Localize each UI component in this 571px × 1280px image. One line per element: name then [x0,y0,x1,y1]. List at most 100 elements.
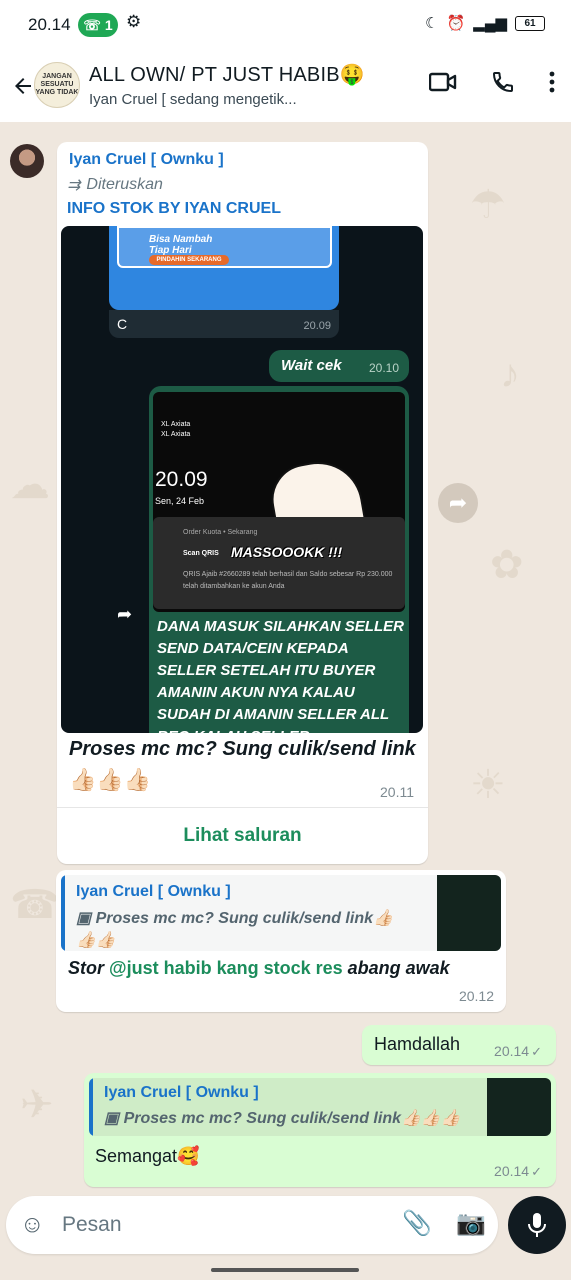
image-icon: ▣ [76,910,96,927]
forward-share-icon[interactable]: ➦ [438,483,478,523]
group-avatar[interactable]: JANGAN SESUATU YANG TIDAK [34,62,80,108]
inner-blue-card: Bisa Nambah Tiap Hari PINDAHIN SEKARANG [109,226,339,310]
banner-text: Bisa Nambah Tiap Hari [149,234,212,256]
reply-suffix: abang awak [342,958,450,978]
typing-status: Iyan Cruel [ sedang mengetik... [89,91,297,108]
alarm-icon: ⏰ [446,15,466,32]
doodle-icon: ☁ [10,463,50,507]
more-options-icon[interactable] [549,71,555,98]
banner-button: PINDAHIN SEKARANG [149,255,229,265]
sent-check-icon: ✓ [531,1164,542,1179]
mention-link[interactable]: @just habib kang stock res [109,958,343,978]
message-image[interactable]: Bisa Nambah Tiap Hari PINDAHIN SEKARANG … [61,226,423,733]
inner-phone-screenshot: XL Axiata XL Axiata 20.09 Sen, 24 Feb Or… [149,386,409,733]
gear-icon: ⚙ [126,12,142,31]
quote-content: Proses mc mc? Sung culik/send link👍🏻👍🏻👍🏻 [76,910,393,949]
notif-app: Order Kuota • Sekarang [183,529,258,536]
status-time: 20.14 [28,15,71,34]
sticker-overlay-text: MASSOOOKK !!! [231,544,343,560]
time-value: 20.14 [494,1163,530,1179]
signal-icon: ▂▄▆ [473,15,507,32]
quoted-message[interactable]: Iyan Cruel [ Ownku ] ▣ Proses mc mc? Sun… [61,875,501,951]
inner-dark-card: C 20.09 [109,310,339,338]
inner-banner: Bisa Nambah Tiap Hari PINDAHIN SEKARANG [117,226,332,268]
quote-sender: Iyan Cruel [ Ownku ] [76,883,231,900]
call-count: 1 [104,17,113,33]
sender-avatar[interactable] [10,144,44,178]
lock-date: Sen, 24 Feb [155,496,205,506]
quote-content: Proses mc mc? Sung culik/send link👍🏻👍🏻👍🏻 [123,1110,461,1127]
forwarded-message[interactable]: Iyan Cruel [ Ownku ] ⇉ Diteruskan INFO S… [57,142,428,864]
share-icon: ➦ [117,604,133,624]
sticker-icon[interactable]: ☺ [20,1211,45,1239]
quote-bar [61,875,65,951]
reply-message[interactable]: Iyan Cruel [ Ownku ] ▣ Proses mc mc? Sun… [56,870,506,1012]
divider [57,807,428,808]
doodle-icon: ☎ [10,883,60,927]
camera-icon[interactable]: 📷 [456,1209,486,1238]
reply-text: Stor @just habib kang stock res abang aw… [68,958,450,979]
forwarded-label: ⇉ Diteruskan [67,175,163,195]
quote-thumbnail [437,875,501,951]
outgoing-reply-message[interactable]: Iyan Cruel [ Ownku ] ▣ Proses mc mc? Sun… [84,1073,556,1187]
message-text: Semangat🥰 [95,1146,200,1166]
image-body-text: DANA MASUK SILAHKAN SELLER SEND DATA/CEI… [157,618,404,733]
doodle-icon: ✈ [20,1083,54,1127]
inner-letter: C [117,316,128,332]
phone-icon: ☏ [83,16,101,33]
carrier-2: XL Axiata [161,431,191,438]
battery-icon: 61 [515,15,545,31]
sender-name[interactable]: Iyan Cruel [ Ownku ] [69,151,224,169]
inner-letter-time: 20.09 [303,320,331,332]
lockscreen: XL Axiata XL Axiata 20.09 Sen, 24 Feb Or… [153,392,405,612]
message-time: 20.14 ✓ [494,1043,542,1060]
carrier-1: XL Axiata [161,421,191,428]
doodle-icon: ☀ [470,763,506,807]
lock-notification: Order Kuota • Sekarang Scan QRIS QRIS Aj… [153,517,405,609]
quote-text: ▣ Proses mc mc? Sung culik/send link👍🏻👍🏻… [76,908,406,951]
quoted-message[interactable]: Iyan Cruel [ Ownku ] ▣ Proses mc mc? Sun… [89,1078,551,1136]
quote-thumbnail [487,1078,551,1136]
gesture-nav-handle[interactable] [211,1268,359,1272]
message-time: 20.11 [380,784,414,800]
message-time: 20.14 ✓ [494,1163,542,1180]
video-call-icon[interactable] [428,71,457,98]
banner-line1: Bisa Nambah [149,234,213,245]
message-heading: INFO STOK BY IYAN CRUEL [67,200,281,217]
moon-icon: ☾ [425,15,439,32]
inner-wait-text: Wait cek [281,357,342,374]
header-actions [428,70,555,99]
message-input[interactable] [62,1210,382,1240]
group-title[interactable]: ALL OWN/ PT JUST HABIB🤑 [89,62,365,87]
message-time: 20.12 [458,988,494,1004]
inner-wait-time: 20.10 [368,361,399,375]
message-text: Hamdallah [374,1034,461,1054]
quote-text: ▣ Proses mc mc? Sung culik/send link👍🏻👍🏻… [104,1108,484,1130]
lock-carrier: XL Axiata XL Axiata [161,420,190,440]
quote-sender: Iyan Cruel [ Ownku ] [104,1084,259,1101]
chat-header: JANGAN SESUATU YANG TIDAK ALL OWN/ PT JU… [0,50,571,122]
ongoing-call-badge[interactable]: ☏ 1 [78,13,118,37]
status-icons: ☾ ⏰ ▂▄▆ 61 [425,14,545,32]
notif-body: QRIS Ajaib #2660289 telah berhasil dan S… [183,571,393,590]
lock-time: 20.09 [155,468,208,491]
forward-arrows-icon: ⇉ [67,177,81,194]
quote-bar [89,1078,93,1136]
attach-icon[interactable]: 📎 [402,1209,432,1238]
doodle-icon: ✿ [490,543,524,587]
time-value: 20.14 [494,1043,530,1059]
sent-check-icon: ✓ [531,1044,542,1059]
forwarded-text: Diteruskan [86,176,163,193]
doodle-icon: ☂ [470,183,506,227]
inner-wait-bubble: Wait cek 20.10 [269,350,409,382]
message-composer: ☺ 📎 📷 [6,1196,498,1254]
notif-title: Scan QRIS [183,550,219,557]
view-channel-link[interactable]: Lihat saluran [57,825,428,847]
status-bar: 20.14 ☏ 1 ⚙ ☾ ⏰ ▂▄▆ 61 [0,0,571,50]
avatar-text: JANGAN SESUATU YANG TIDAK [35,73,79,96]
doodle-icon: ♪ [500,352,520,396]
microphone-icon[interactable] [508,1196,566,1254]
outgoing-message[interactable]: Hamdallah 20.14 ✓ [362,1025,556,1065]
voice-call-icon[interactable] [491,70,515,99]
message-caption: Proses mc mc? Sung culik/send link [69,738,416,760]
